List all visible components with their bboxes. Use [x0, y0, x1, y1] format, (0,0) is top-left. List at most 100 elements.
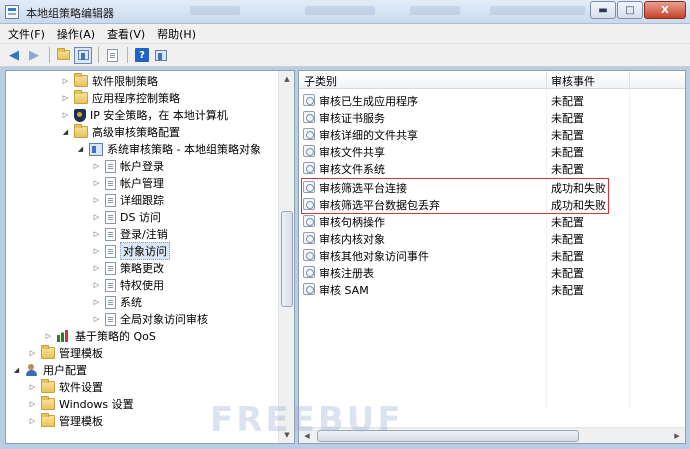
expand-icon[interactable]: ▷ [92, 179, 101, 188]
up-folder-icon[interactable] [54, 47, 72, 64]
scroll-up-icon[interactable]: ▲ [279, 71, 294, 87]
audit-setting-icon [303, 198, 315, 210]
tree-item-detailed-tracking[interactable]: ▷ 详细跟踪 [92, 192, 164, 208]
toolbar: ◀ ▶ ? [0, 44, 690, 67]
menu-view[interactable]: 查看(V) [107, 26, 145, 42]
audit-setting-icon [303, 94, 315, 106]
audit-event-status: 未配置 [551, 249, 584, 263]
tree-item-windows-settings[interactable]: ▷ Windows 设置 [28, 396, 134, 412]
maximize-button[interactable]: □ [617, 1, 643, 19]
tree-item-account-management[interactable]: ▷ 帐户管理 [92, 175, 164, 191]
menu-file[interactable]: 文件(F) [8, 26, 45, 42]
expand-icon[interactable]: ▷ [92, 298, 101, 307]
column-divider[interactable] [629, 71, 630, 89]
background-window-ghost [190, 6, 240, 15]
tree-item-user-admin-templates[interactable]: ▷ 管理模板 [28, 413, 103, 429]
expand-icon[interactable]: ▷ [61, 111, 70, 120]
back-arrow-icon[interactable]: ◀ [5, 47, 23, 64]
expand-icon[interactable]: ▷ [92, 281, 101, 290]
tree-item-label: DS 访问 [120, 211, 161, 224]
minimize-button[interactable]: ▬ [590, 1, 616, 19]
forward-arrow-icon[interactable]: ▶ [25, 47, 43, 64]
expand-icon[interactable]: ▷ [92, 315, 101, 324]
tree-item-account-logon[interactable]: ▷ 帐户登录 [92, 158, 164, 174]
expand-icon[interactable]: ▷ [92, 196, 101, 205]
audit-setting-icon [303, 145, 315, 157]
tree-item-label: 策略更改 [120, 262, 164, 275]
list-item[interactable]: 审核筛选平台数据包丢弃 成功和失败 [299, 196, 685, 213]
toolbar-separator [127, 47, 128, 63]
collapse-icon[interactable]: ◢ [12, 366, 21, 375]
audit-policy-icon [89, 142, 103, 156]
collapse-icon[interactable]: ◢ [61, 128, 70, 137]
list-item[interactable]: 审核文件共享 未配置 [299, 143, 685, 160]
close-button[interactable]: X [644, 1, 686, 19]
audit-setting-icon [303, 111, 315, 123]
list-item[interactable]: 审核句柄操作 未配置 [299, 213, 685, 230]
tree-item-global-object-access[interactable]: ▷ 全局对象访问审核 [92, 311, 208, 327]
audit-category-icon [105, 193, 116, 207]
tree-item-label: 高级审核策略配置 [92, 126, 180, 139]
audit-setting-icon [303, 181, 315, 193]
tree-item-ip-security[interactable]: ▷ IP 安全策略，在 本地计算机 [61, 107, 228, 123]
properties-icon[interactable] [152, 47, 170, 64]
tree-item-admin-templates[interactable]: ▷ 管理模板 [28, 345, 103, 361]
expand-icon[interactable]: ▷ [61, 77, 70, 86]
expand-icon[interactable]: ▷ [28, 383, 37, 392]
audit-event-status: 成功和失败 [551, 181, 606, 195]
tree-item-policy-change[interactable]: ▷ 策略更改 [92, 260, 164, 276]
expand-icon[interactable]: ▷ [92, 230, 101, 239]
tree-pane[interactable]: ▷ 软件限制策略 ▷ 应用程序控制策略 ▷ IP 安全策略，在 本地计算机 ◢ … [5, 70, 295, 444]
show-hide-tree-icon[interactable] [74, 46, 92, 64]
tree-item-software-restriction[interactable]: ▷ 软件限制策略 [61, 73, 158, 89]
list-item[interactable]: 审核详细的文件共享 未配置 [299, 126, 685, 143]
tree-item-qos[interactable]: ▷ 基于策略的 QoS [44, 328, 156, 344]
audit-category-icon [105, 295, 116, 309]
tree-item-label: 详细跟踪 [120, 194, 164, 207]
list-item[interactable]: 审核筛选平台连接 成功和失败 [299, 179, 685, 196]
expand-icon[interactable]: ▷ [28, 400, 37, 409]
column-header-audit-events[interactable]: 审核事件 [551, 73, 595, 89]
subcategory-name: 审核句柄操作 [319, 215, 385, 229]
tree-vertical-scrollbar[interactable]: ▲ ▼ [278, 71, 294, 443]
column-header-subcategory[interactable]: 子类别 [304, 73, 337, 89]
collapse-icon[interactable]: ◢ [76, 145, 85, 154]
details-pane[interactable]: 子类别 审核事件 审核已生成应用程序 未配置 审核证书服务 未配置 审核详细的文… [298, 70, 686, 444]
tree-item-logon-logoff[interactable]: ▷ 登录/注销 [92, 226, 168, 242]
expand-icon[interactable]: ▷ [92, 264, 101, 273]
tree-item-app-control[interactable]: ▷ 应用程序控制策略 [61, 90, 180, 106]
tree-item-software-settings[interactable]: ▷ 软件设置 [28, 379, 103, 395]
tree-item-ds-access[interactable]: ▷ DS 访问 [92, 209, 161, 225]
expand-icon[interactable]: ▷ [92, 213, 101, 222]
expand-icon[interactable]: ▷ [44, 332, 53, 341]
tree-item-system-audit-policy[interactable]: ◢ 系统审核策略 - 本地组策略对象 [76, 141, 261, 157]
tree-item-user-configuration[interactable]: ◢ 用户配置 [12, 362, 87, 378]
list-item[interactable]: 审核证书服务 未配置 [299, 109, 685, 126]
tree-item-object-access[interactable]: ▷ 对象访问 [92, 242, 170, 260]
expand-icon[interactable]: ▷ [28, 349, 37, 358]
menu-action[interactable]: 操作(A) [57, 26, 95, 42]
list-item[interactable]: 审核其他对象访问事件 未配置 [299, 247, 685, 264]
menu-help[interactable]: 帮助(H) [157, 26, 196, 42]
expand-icon[interactable]: ▷ [28, 417, 37, 426]
scroll-right-icon[interactable]: ▶ [669, 428, 685, 443]
expand-icon[interactable]: ▷ [92, 162, 101, 171]
list-item[interactable]: 审核已生成应用程序 未配置 [299, 92, 685, 109]
audit-category-icon [105, 227, 116, 241]
list-item[interactable]: 审核文件系统 未配置 [299, 160, 685, 177]
list-item[interactable]: 审核 SAM 未配置 [299, 281, 685, 298]
folder-icon [41, 379, 55, 393]
tree-item-system[interactable]: ▷ 系统 [92, 294, 142, 310]
expand-icon[interactable]: ▷ [92, 247, 101, 256]
scrollbar-thumb[interactable] [281, 211, 293, 307]
column-divider[interactable] [546, 71, 547, 89]
tree-item-privilege-use[interactable]: ▷ 特权使用 [92, 277, 164, 293]
tree-item-advanced-audit[interactable]: ◢ 高级审核策略配置 [61, 124, 180, 140]
export-list-icon[interactable] [103, 47, 121, 64]
list-item[interactable]: 审核内核对象 未配置 [299, 230, 685, 247]
shield-icon [74, 108, 86, 122]
list-item[interactable]: 审核注册表 未配置 [299, 264, 685, 281]
help-icon[interactable]: ? [135, 48, 149, 62]
expand-icon[interactable]: ▷ [61, 94, 70, 103]
subcategory-name: 审核 SAM [319, 283, 369, 297]
